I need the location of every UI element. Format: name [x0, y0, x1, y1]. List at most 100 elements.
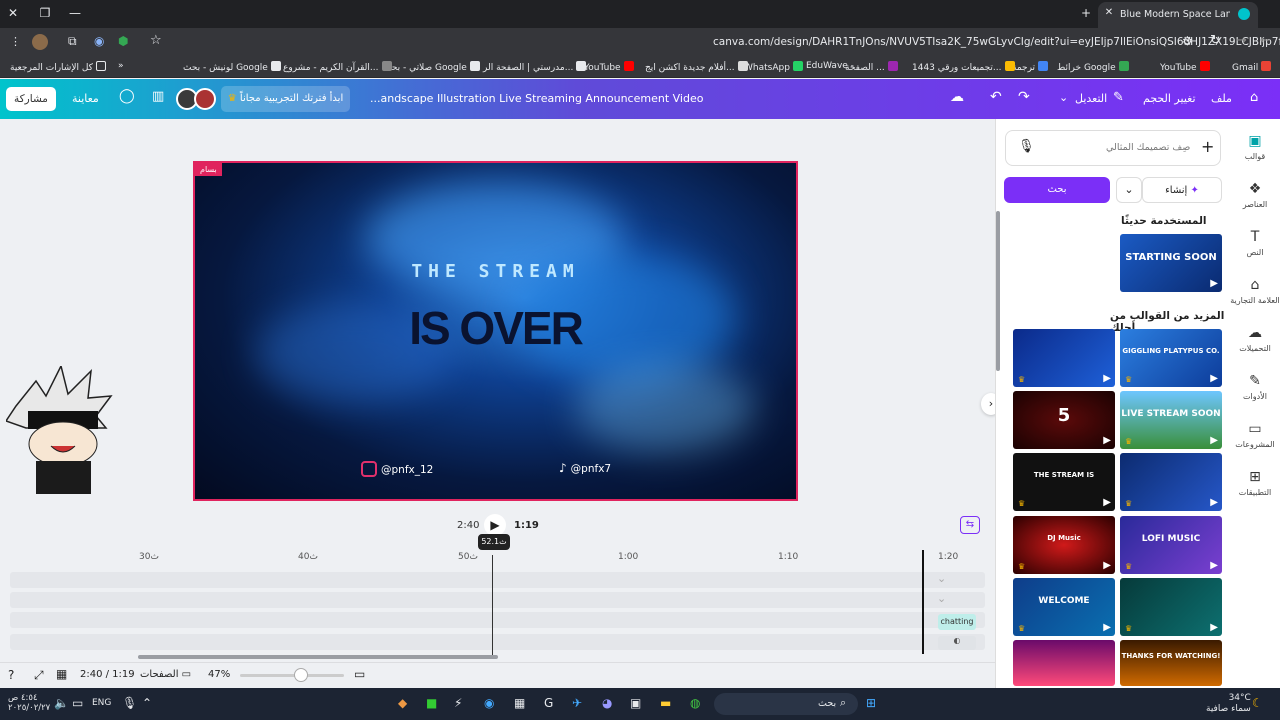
edit-menu[interactable]: التعديل — [1075, 92, 1107, 105]
template-thumb[interactable]: LIVE STREAM SOON ♛ ▶ — [1120, 391, 1222, 449]
bookmark-whatsapp[interactable]: WhatsApp — [744, 61, 803, 73]
app-icon[interactable]: ◆ — [398, 696, 407, 710]
bookmark-madrasati[interactable]: مدرستي | الصفحة الر... — [483, 61, 587, 73]
chevron-down-icon[interactable]: ⌄ — [1116, 177, 1142, 203]
sidebar-item-projects[interactable]: ▭ المشروعات — [1230, 421, 1280, 449]
app-icon[interactable]: ■ — [426, 696, 437, 710]
restore-window-icon[interactable]: ❐ — [36, 6, 54, 20]
sidebar-item-text[interactable]: T النص — [1230, 229, 1280, 257]
bookmark-movies[interactable]: أفلام جديدة اكشن ايج... — [645, 61, 748, 73]
panel-scrollbar[interactable] — [996, 211, 1000, 371]
play-button[interactable]: ▶ — [484, 514, 506, 536]
generate-button[interactable]: إنشاء ✦ — [1142, 177, 1222, 203]
bookmark-salati[interactable]: صلاتي - بحث Google — [383, 61, 480, 73]
anime-character-sticker[interactable] — [6, 366, 116, 496]
template-thumb[interactable]: ♛ ▶ — [1013, 329, 1115, 387]
network-icon[interactable]: ▭ — [72, 696, 83, 710]
url-text[interactable]: canva.com/design/DAHR1TnJOns/NVUV5TIsa2K… — [713, 36, 1280, 48]
template-thumb[interactable]: ♛ ▶ — [1120, 578, 1222, 636]
grid-view-icon[interactable]: ▦ — [56, 667, 67, 681]
insights-icon[interactable]: ▥ — [152, 89, 164, 104]
timeline[interactable]: 30ث 40ث 50ث 1:00 1:10 1:20 ⌄ ⌄ chatting … — [0, 546, 995, 656]
canvas-big-line[interactable]: IS OVER — [195, 301, 796, 355]
chevron-down-icon[interactable]: ⌄ — [1059, 91, 1068, 104]
redo-icon[interactable]: ↷ — [1018, 89, 1030, 105]
canvas-title-line[interactable]: THE STREAM — [195, 261, 796, 282]
sidebar-item-templates[interactable]: ▣ قوالب — [1230, 133, 1280, 161]
folder-icon[interactable]: ▬ — [660, 696, 671, 710]
design-canvas[interactable]: بسام THE STREAM IS OVER @pnfx_12 ♪ @pnfx7 — [193, 161, 798, 501]
bookmark-lonish[interactable]: لونيش - بحث Google — [183, 61, 281, 73]
zoom-level[interactable]: 47% — [208, 669, 230, 680]
pages-button[interactable]: الصفحات ▭ — [140, 669, 191, 680]
zoom-slider-handle[interactable] — [294, 668, 308, 682]
add-icon[interactable]: + — [1201, 137, 1214, 156]
taskbar-search[interactable]: بحث ⌕ — [714, 693, 858, 715]
timeline-scrollbar[interactable] — [138, 655, 498, 659]
back-icon[interactable]: ← — [1260, 33, 1271, 48]
app-icon[interactable]: ▦ — [514, 696, 525, 710]
bookmark-star-icon[interactable]: ☆ — [150, 33, 162, 48]
discord-icon[interactable]: ◕ — [602, 696, 612, 710]
app-icon[interactable]: G — [544, 696, 553, 710]
start-trial-button[interactable]: ♛ ابدأ فترتك التجريبية مجاناً — [221, 86, 350, 112]
home-icon[interactable]: ⌂ — [1250, 90, 1258, 105]
clock[interactable]: ٤:٥٤ ص ٢٠٢٥/٠٢/٢٧ — [8, 693, 50, 713]
minimize-window-icon[interactable]: — — [66, 6, 84, 20]
site-settings-icon[interactable]: ⚙ — [1182, 34, 1193, 48]
active-tab[interactable]: ✕ Blue Modern Space Landscape — [1098, 2, 1258, 28]
app-icon[interactable]: ◉ — [484, 696, 494, 710]
sidebar-item-tools[interactable]: ✎ الأدوات — [1230, 373, 1280, 401]
timeline-track[interactable] — [10, 592, 985, 608]
document-title[interactable]: ...andscape Illustration Live Streaming … — [370, 92, 703, 105]
audio-clip[interactable]: chatting — [938, 614, 976, 630]
forward-icon[interactable]: → — [1236, 33, 1247, 48]
profile-avatar[interactable] — [32, 34, 48, 50]
instagram-handle[interactable]: @pnfx_12 — [361, 461, 433, 477]
search-button[interactable]: بحث — [1004, 177, 1110, 203]
extensions-icon[interactable]: ⧉ — [68, 34, 77, 49]
timeline-track[interactable] — [10, 572, 985, 588]
template-thumb[interactable]: THANKS FOR WATCHING! — [1120, 640, 1222, 686]
extension-shield-icon[interactable]: ⬢ — [118, 34, 128, 48]
collaborator-avatar[interactable] — [194, 88, 216, 110]
template-thumb[interactable]: GIGGLING PLATYPUS CO. ♛ ▶ — [1120, 329, 1222, 387]
store-icon[interactable]: ▣ — [630, 696, 641, 710]
bookmark-maps[interactable]: خرائط Google — [1057, 61, 1129, 73]
transition-icon[interactable]: ⌄ — [937, 572, 946, 585]
template-thumb[interactable]: WELCOME ♛ ▶ — [1013, 578, 1115, 636]
bookmark-gmail[interactable]: Gmail — [1232, 61, 1272, 73]
recent-template-thumb[interactable]: STARTING SOON ▶ — [1120, 234, 1222, 292]
comment-icon[interactable]: ◯ — [119, 88, 135, 104]
new-tab-icon[interactable]: + — [1077, 6, 1095, 20]
resize-button[interactable]: تغيير الحجم — [1143, 92, 1196, 105]
template-thumb[interactable]: LOFI MUSIC ♛ ▶ — [1120, 516, 1222, 574]
preview-button[interactable]: معاينة — [72, 92, 99, 105]
share-button[interactable]: مشاركة — [6, 87, 56, 111]
file-menu[interactable]: ملف — [1211, 92, 1232, 105]
cloud-save-icon[interactable]: ☁ — [950, 89, 964, 105]
sidebar-item-elements[interactable]: ❖ العناصر — [1230, 181, 1280, 209]
weather-widget[interactable]: 34°C سماء صافية — [1206, 693, 1251, 715]
notes-icon[interactable]: ▭ — [354, 667, 365, 681]
language-indicator[interactable]: ENG — [92, 698, 111, 708]
transition-icon[interactable]: ⌄ — [937, 592, 946, 605]
fullscreen-icon[interactable]: ⤢ — [34, 668, 44, 683]
bookmark-youtube-2[interactable]: YouTube — [584, 61, 634, 73]
template-thumb[interactable] — [1013, 640, 1115, 686]
sidebar-item-uploads[interactable]: ☁ التحميلات — [1230, 325, 1280, 353]
all-bookmarks[interactable]: كل الإشارات المرجعية — [10, 61, 106, 73]
help-icon[interactable]: ? — [8, 668, 14, 682]
playhead[interactable] — [492, 555, 493, 655]
template-thumb[interactable]: ♛ ▶ — [1120, 453, 1222, 511]
sidebar-item-brand[interactable]: ⌂ العلامة التجارية — [1230, 277, 1280, 305]
sidebar-item-apps[interactable]: ⊞ التطبيقات — [1230, 469, 1280, 497]
template-thumb[interactable]: THE STREAM IS ♛ ▶ — [1013, 453, 1115, 511]
close-window-icon[interactable]: ✕ — [4, 6, 22, 20]
bookmark-wrqi[interactable]: تجميعات ورقي 1443... — [912, 61, 1015, 73]
fit-timeline-icon[interactable]: ⇆ — [960, 516, 980, 534]
bookmarks-overflow-icon[interactable]: » — [118, 61, 124, 71]
audio-track-icon[interactable]: ◐ — [938, 636, 976, 650]
bookmark-translate[interactable]: ترجمة — [1012, 61, 1049, 73]
microphone-icon[interactable]: 🎙 — [1018, 139, 1035, 154]
